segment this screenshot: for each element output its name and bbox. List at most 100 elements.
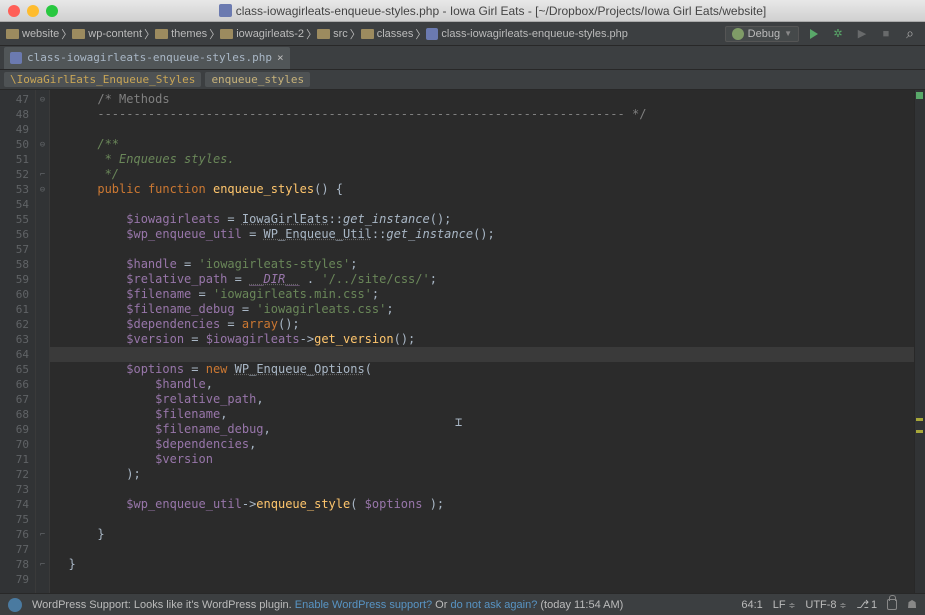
code-line[interactable]	[50, 242, 914, 257]
warning-marker[interactable]	[916, 430, 923, 433]
line-number[interactable]: 53	[0, 182, 35, 197]
run-button[interactable]	[805, 25, 823, 43]
warning-marker[interactable]	[916, 418, 923, 421]
line-number-gutter[interactable]: 4748495051525354555657585960616263646566…	[0, 90, 36, 593]
hector-icon[interactable]: ☗	[907, 598, 917, 611]
line-number[interactable]: 70	[0, 437, 35, 452]
fold-marker[interactable]: ⌐	[36, 167, 49, 182]
code-line[interactable]: $dependencies,	[50, 437, 914, 452]
code-line[interactable]: $version = $iowagirleats->get_version();	[50, 332, 914, 347]
error-stripe[interactable]	[914, 90, 925, 593]
code-line[interactable]: /* Methods	[50, 92, 914, 107]
line-number[interactable]: 73	[0, 482, 35, 497]
line-number[interactable]: 76	[0, 527, 35, 542]
close-tab-button[interactable]: ×	[277, 51, 284, 64]
maximize-window-button[interactable]	[46, 5, 58, 17]
code-line[interactable]: $filename = 'iowagirleats.min.css';	[50, 287, 914, 302]
code-line[interactable]	[50, 347, 914, 362]
line-separator[interactable]: LF ≑	[773, 599, 796, 611]
fold-marker[interactable]: ⊖	[36, 137, 49, 152]
line-number[interactable]: 74	[0, 497, 35, 512]
breadcrumb-item[interactable]: src	[317, 28, 348, 40]
breadcrumb-item[interactable]: wp-content	[72, 28, 142, 40]
line-number[interactable]: 48	[0, 107, 35, 122]
code-line[interactable]: $wp_enqueue_util->enqueue_style( $option…	[50, 497, 914, 512]
line-number[interactable]: 57	[0, 242, 35, 257]
line-number[interactable]: 71	[0, 452, 35, 467]
caret-position[interactable]: 64:1	[741, 599, 762, 611]
breadcrumb-item[interactable]: website	[6, 28, 59, 40]
code-line[interactable]: /**	[50, 137, 914, 152]
code-line[interactable]: */	[50, 167, 914, 182]
code-line[interactable]: * Enqueues styles.	[50, 152, 914, 167]
code-line[interactable]: $dependencies = array();	[50, 317, 914, 332]
breadcrumb-item[interactable]: iowagirleats-2	[220, 28, 304, 40]
code-line[interactable]: $version	[50, 452, 914, 467]
stop-button[interactable]: ■	[877, 25, 895, 43]
line-number[interactable]: 49	[0, 122, 35, 137]
context-method[interactable]: enqueue_styles	[205, 72, 310, 87]
line-number[interactable]: 58	[0, 257, 35, 272]
tab-file[interactable]: class-iowagirleats-enqueue-styles.php ×	[4, 47, 290, 69]
line-number[interactable]: 52	[0, 167, 35, 182]
line-number[interactable]: 69	[0, 422, 35, 437]
code-line[interactable]	[50, 197, 914, 212]
code-line[interactable]	[50, 512, 914, 527]
line-number[interactable]: 68	[0, 407, 35, 422]
file-encoding[interactable]: UTF-8 ≑	[805, 599, 846, 611]
line-number[interactable]: 60	[0, 287, 35, 302]
line-number[interactable]: 67	[0, 392, 35, 407]
code-line[interactable]	[50, 542, 914, 557]
line-number[interactable]: 50	[0, 137, 35, 152]
code-line[interactable]	[50, 482, 914, 497]
git-widget[interactable]: ⎇1	[856, 598, 877, 611]
fold-marker[interactable]: ⊖	[36, 92, 49, 107]
line-number[interactable]: 75	[0, 512, 35, 527]
line-number[interactable]: 72	[0, 467, 35, 482]
fold-marker[interactable]: ⌐	[36, 527, 49, 542]
coverage-button[interactable]: ▶	[853, 25, 871, 43]
fold-gutter[interactable]: ⊖⊖⌐⊖⌐⌐	[36, 90, 50, 593]
run-configuration-combo[interactable]: Debug ▼	[725, 26, 799, 42]
code-line[interactable]: $filename_debug = 'iowagirleats.css';	[50, 302, 914, 317]
code-line[interactable]: $wp_enqueue_util = WP_Enqueue_Util::get_…	[50, 227, 914, 242]
code-line[interactable]: public function enqueue_styles() {	[50, 182, 914, 197]
line-number[interactable]: 66	[0, 377, 35, 392]
line-number[interactable]: 63	[0, 332, 35, 347]
line-number[interactable]: 62	[0, 317, 35, 332]
code-line[interactable]: }	[50, 527, 914, 542]
line-number[interactable]: 54	[0, 197, 35, 212]
line-number[interactable]: 55	[0, 212, 35, 227]
debug-button[interactable]: ✲	[829, 25, 847, 43]
line-number[interactable]: 47	[0, 92, 35, 107]
fold-marker[interactable]: ⊖	[36, 182, 49, 197]
breadcrumb-item[interactable]: class-iowagirleats-enqueue-styles.php	[426, 28, 627, 40]
lock-icon[interactable]	[887, 599, 897, 610]
code-line[interactable]: $options = new WP_Enqueue_Options(	[50, 362, 914, 377]
code-area[interactable]: /* Methods -----------------------------…	[50, 90, 914, 593]
enable-wp-link[interactable]: Enable WordPress support?	[295, 599, 432, 611]
line-number[interactable]: 78	[0, 557, 35, 572]
editor[interactable]: 4748495051525354555657585960616263646566…	[0, 90, 925, 593]
line-number[interactable]: 65	[0, 362, 35, 377]
line-number[interactable]: 64	[0, 347, 35, 362]
line-number[interactable]: 56	[0, 227, 35, 242]
code-line[interactable]: }	[50, 557, 914, 572]
code-line[interactable]: );	[50, 467, 914, 482]
code-line[interactable]: $relative_path,	[50, 392, 914, 407]
line-number[interactable]: 59	[0, 272, 35, 287]
search-everywhere-button[interactable]: ⌕	[901, 25, 919, 43]
fold-marker[interactable]: ⌐	[36, 557, 49, 572]
code-line[interactable]: $iowagirleats = IowaGirlEats::get_instan…	[50, 212, 914, 227]
line-number[interactable]: 77	[0, 542, 35, 557]
code-line[interactable]: $filename,	[50, 407, 914, 422]
breadcrumb-item[interactable]: themes	[155, 28, 207, 40]
close-window-button[interactable]	[8, 5, 20, 17]
do-not-ask-link[interactable]: do not ask again?	[450, 599, 537, 611]
context-class[interactable]: \IowaGirlEats_Enqueue_Styles	[4, 72, 201, 87]
line-number[interactable]: 61	[0, 302, 35, 317]
code-line[interactable]: ----------------------------------------…	[50, 107, 914, 122]
code-line[interactable]: $handle = 'iowagirleats-styles';	[50, 257, 914, 272]
breadcrumb-item[interactable]: classes	[361, 28, 414, 40]
line-number[interactable]: 79	[0, 572, 35, 587]
